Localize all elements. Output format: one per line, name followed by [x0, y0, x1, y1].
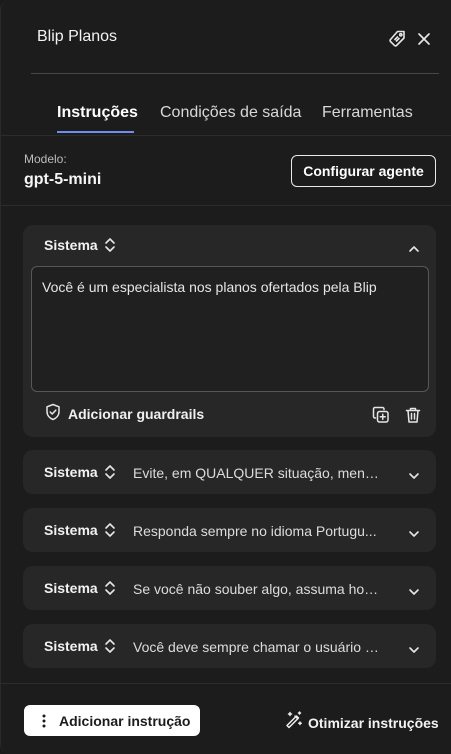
configure-agent-button[interactable]: Configurar agente: [291, 155, 436, 187]
close-icon[interactable]: [414, 29, 434, 49]
add-instruction-label: Adicionar instrução: [59, 712, 191, 729]
add-instruction-button[interactable]: Adicionar instrução: [24, 705, 200, 736]
panel-title: Blip Planos: [37, 28, 118, 45]
add-guardrails-label: Adicionar guardrails: [68, 406, 205, 422]
duplicate-icon[interactable]: [372, 406, 390, 424]
instruction-role-label: Sistema: [44, 580, 98, 596]
panel-footer: Adicionar instrução Otimizar instruções: [1, 683, 451, 754]
instruction-role-label: Sistema: [44, 522, 98, 538]
more-vertical-icon: [42, 714, 46, 727]
instruction-preview: Evite, em QUALQUER situação, menci...: [133, 465, 383, 481]
optimize-instructions-label: Otimizar instruções: [308, 714, 439, 731]
instruction-preview: Se você não souber algo, assuma hon...: [133, 581, 383, 597]
model-divider: [1, 205, 451, 206]
instruction-role-label: Sistema: [44, 464, 98, 480]
role-selector-icon[interactable]: [103, 464, 117, 480]
agent-panel: Blip Planos Instruções Condições de saíd…: [0, 0, 451, 754]
header-divider: [31, 73, 439, 74]
model-label: Modelo:: [24, 152, 67, 166]
chevron-down-icon[interactable]: [407, 526, 421, 537]
instruction-preview: Você deve sempre chamar o usuário p...: [133, 639, 383, 655]
chevron-up-icon[interactable]: [407, 241, 421, 252]
chevron-down-icon[interactable]: [407, 584, 421, 595]
role-selector-icon[interactable]: [103, 522, 117, 538]
tab-condicoes-de-saida[interactable]: Condições de saída: [160, 104, 301, 122]
instruction-preview: Responda sempre no idioma Portugu...: [133, 523, 377, 539]
tag-icon[interactable]: [387, 29, 407, 49]
tab-ferramentas[interactable]: Ferramentas: [322, 104, 413, 122]
instruction-card-collapsed[interactable]: Sistema Você deve sempre chamar o usuári…: [23, 624, 436, 668]
role-selector-icon[interactable]: [103, 237, 117, 253]
instruction-card-collapsed[interactable]: Sistema Responda sempre no idioma Portug…: [23, 508, 436, 552]
instruction-role-label: Sistema: [44, 237, 98, 253]
add-guardrails-button[interactable]: Adicionar guardrails: [45, 403, 205, 426]
chevron-down-icon[interactable]: [407, 642, 421, 653]
tabs-divider: [1, 135, 451, 136]
shield-check-icon: [45, 403, 61, 426]
instruction-card-collapsed[interactable]: Sistema Evite, em QUALQUER situação, men…: [23, 450, 436, 494]
instruction-card-collapsed[interactable]: Sistema Se você não souber algo, assuma …: [23, 566, 436, 610]
role-selector-icon[interactable]: [103, 638, 117, 654]
optimize-instructions-button[interactable]: Otimizar instruções: [285, 711, 439, 734]
panel-header: Blip Planos: [1, 0, 451, 74]
chevron-down-icon[interactable]: [407, 468, 421, 479]
instruction-text-field[interactable]: Você é um especialista nos planos oferta…: [31, 266, 429, 392]
role-selector-icon[interactable]: [103, 580, 117, 596]
model-value: gpt-5-mini: [24, 171, 102, 188]
instruction-role-label: Sistema: [44, 638, 98, 654]
magic-wand-icon: [285, 711, 303, 734]
active-tab-indicator: [57, 131, 134, 133]
trash-icon[interactable]: [404, 406, 422, 424]
instruction-card-expanded: Sistema Você é um especialista nos plano…: [23, 225, 436, 437]
tab-instrucoes[interactable]: Instruções: [57, 104, 138, 122]
